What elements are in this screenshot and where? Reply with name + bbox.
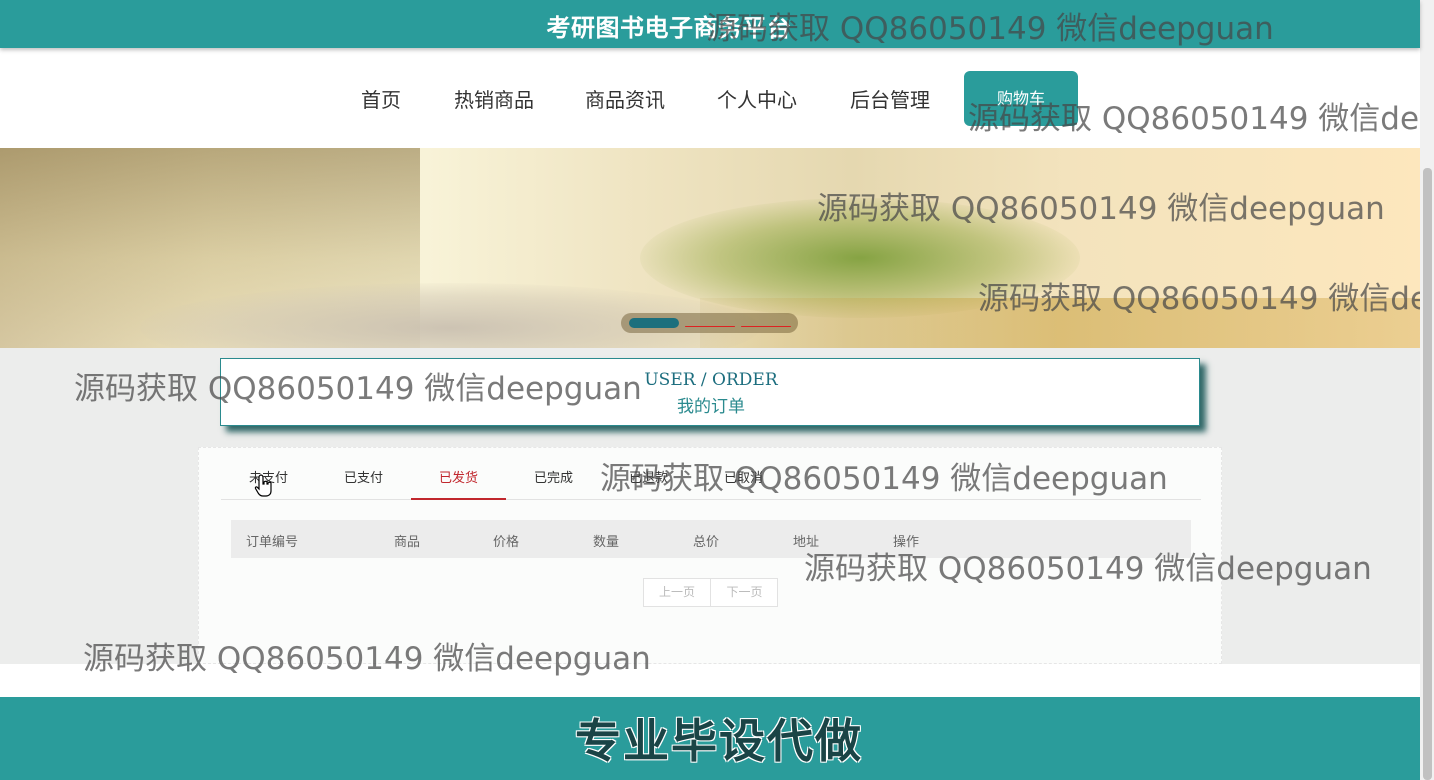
tab-paid[interactable]: 已支付 [316, 448, 411, 500]
carousel-dot-3[interactable] [741, 326, 791, 327]
nav-personal-center[interactable]: 个人中心 [717, 84, 797, 113]
section-title-cn: 我的订单 [677, 397, 745, 417]
section-title-en: USER / ORDER [644, 370, 778, 390]
nav-hot-products[interactable]: 热销商品 [454, 84, 534, 113]
carousel-dot-1[interactable] [629, 318, 679, 328]
column-header-product: 商品 [394, 535, 421, 550]
nav-admin[interactable]: 后台管理 [850, 84, 930, 113]
carousel-indicators [621, 313, 798, 333]
tab-shipped[interactable]: 已发货 [411, 448, 506, 500]
order-panel: 未支付 已支付 已发货 已完成 已退款 已取消 订单编号 商品 价格 数量 总价… [198, 447, 1222, 664]
scrollbar-thumb[interactable] [1423, 168, 1432, 780]
cart-button[interactable]: 购物车 [964, 71, 1078, 126]
column-header-order-no: 订单编号 [246, 535, 299, 550]
banner-image-ground [700, 298, 1420, 348]
content-bottom-spacer [0, 664, 1420, 697]
tab-refunded[interactable]: 已退款 [601, 448, 696, 500]
column-header-address: 地址 [793, 535, 820, 550]
page-scrollbar[interactable] [1420, 0, 1434, 780]
tab-completed[interactable]: 已完成 [506, 448, 601, 500]
pagination: 上一页 下一页 [643, 578, 778, 607]
footer-text: 专业毕设代做 [575, 714, 863, 768]
top-header-bar: 考研图书电子商务平台 [0, 0, 1420, 48]
main-navigation: 首页 热销商品 商品资讯 个人中心 后台管理 购物车 [0, 48, 1420, 148]
column-header-price: 价格 [493, 535, 520, 550]
order-table-header: 订单编号 商品 价格 数量 总价 地址 操作 [231, 520, 1191, 558]
column-header-quantity: 数量 [593, 535, 620, 550]
prev-page-button[interactable]: 上一页 [644, 579, 711, 606]
carousel-dot-2[interactable] [685, 326, 735, 327]
section-header: USER / ORDER 我的订单 [220, 358, 1200, 426]
column-header-total: 总价 [693, 535, 720, 550]
tab-cancelled[interactable]: 已取消 [696, 448, 791, 500]
nav-product-news[interactable]: 商品资讯 [585, 84, 665, 113]
column-header-actions: 操作 [893, 535, 920, 550]
nav-home[interactable]: 首页 [361, 84, 401, 113]
order-status-tabs: 未支付 已支付 已发货 已完成 已退款 已取消 [221, 448, 1201, 500]
next-page-button[interactable]: 下一页 [711, 579, 778, 606]
footer-banner: 专业毕设代做 [0, 697, 1420, 780]
hand-pointer-cursor-icon [254, 474, 272, 497]
site-title: 考研图书电子商务平台 [546, 14, 792, 42]
